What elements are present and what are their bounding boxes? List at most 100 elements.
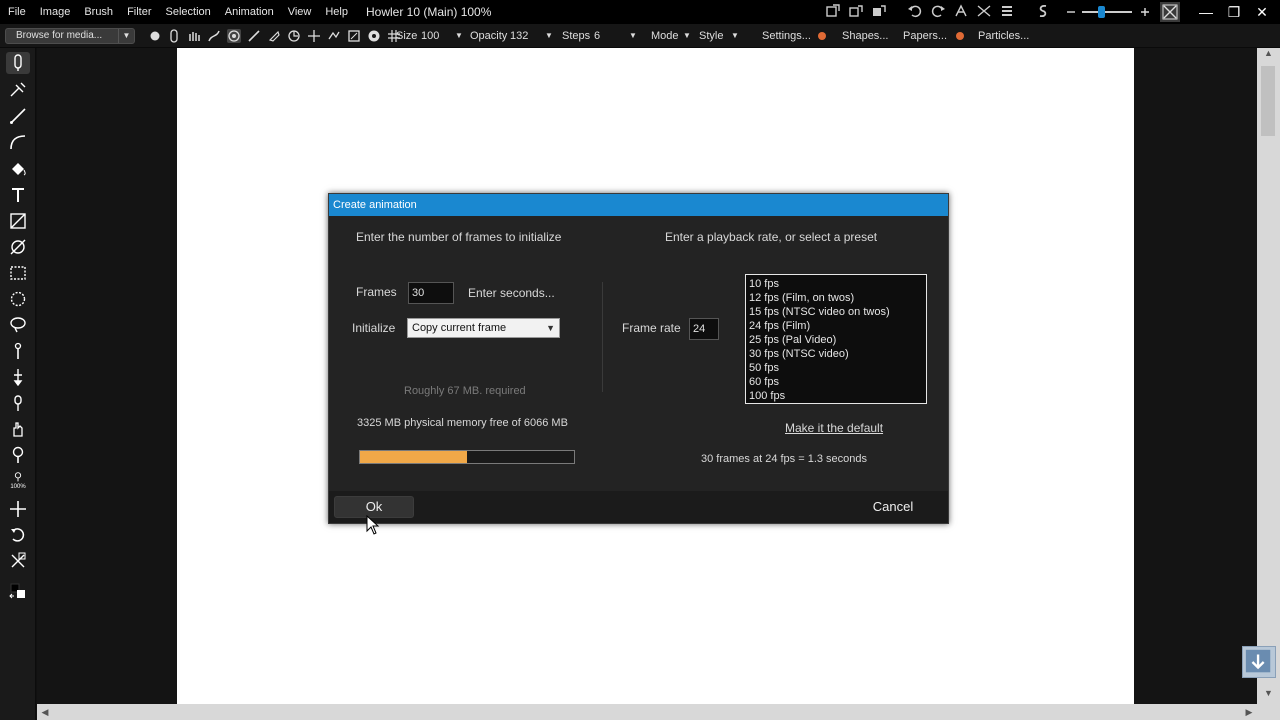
rect-select-icon[interactable]: [6, 262, 30, 284]
fps-option[interactable]: 15 fps (NTSC video on twos): [749, 305, 890, 319]
rotate-brush-icon[interactable]: [287, 29, 301, 43]
color-swatches-icon[interactable]: [6, 580, 30, 602]
enter-seconds-button[interactable]: Enter seconds...: [468, 286, 555, 300]
brush-paste-icon[interactable]: [870, 2, 888, 20]
style-dropdown[interactable]: Style: [699, 24, 723, 48]
main-menu: File Image Brush Filter Selection Animat…: [1, 0, 355, 24]
menu-help[interactable]: Help: [318, 0, 355, 24]
script-icon[interactable]: [1034, 2, 1052, 20]
transform-icon[interactable]: [975, 2, 993, 20]
gradient-brush-icon[interactable]: [6, 79, 30, 101]
fill-tool-icon[interactable]: [6, 158, 30, 180]
fps-option[interactable]: 100 fps: [749, 389, 785, 403]
text-tool-icon[interactable]: [952, 2, 970, 20]
vertical-scroll-thumb[interactable]: [1261, 66, 1275, 136]
vertical-scrollbar[interactable]: ▲ ▼: [1257, 48, 1280, 704]
menu-brush[interactable]: Brush: [77, 0, 120, 24]
brush-copy-icon[interactable]: [847, 2, 865, 20]
scroll-right-icon[interactable]: ▶: [1241, 704, 1257, 720]
fps-option[interactable]: 24 fps (Film): [749, 319, 810, 333]
cancel-button[interactable]: Cancel: [858, 496, 928, 518]
hand-tool-icon[interactable]: [6, 418, 30, 440]
steps-dropdown-icon[interactable]: ▼: [629, 24, 637, 48]
menu-image[interactable]: Image: [33, 0, 78, 24]
texture-brush-icon[interactable]: [327, 29, 341, 43]
restore-button[interactable]: ❐: [1220, 0, 1248, 24]
lasso-pen-icon[interactable]: [6, 236, 30, 258]
zoom-slider-track[interactable]: [1082, 11, 1132, 13]
mode-dropdown[interactable]: Mode: [651, 24, 679, 48]
pencil-brush-icon[interactable]: [247, 29, 261, 43]
lasso-select-icon[interactable]: [6, 314, 30, 336]
tool-options-icon[interactable]: [6, 550, 30, 572]
mask-brush-icon[interactable]: [347, 29, 361, 43]
layers-icon[interactable]: [998, 2, 1016, 20]
opacity-value[interactable]: 132: [510, 24, 528, 48]
top-tool-icons: [824, 2, 1052, 20]
menu-file[interactable]: File: [1, 0, 33, 24]
size-dropdown-icon[interactable]: ▼: [455, 24, 463, 48]
scroll-left-icon[interactable]: ◀: [37, 704, 53, 720]
frames-input[interactable]: 30: [408, 282, 454, 304]
shapes-button[interactable]: Shapes...: [842, 24, 888, 48]
fps-option[interactable]: 10 fps: [749, 277, 779, 291]
zoom-tool-icon[interactable]: [6, 444, 30, 466]
fps-option[interactable]: 60 fps: [749, 375, 779, 389]
line-tool-icon[interactable]: [6, 105, 30, 127]
menu-selection[interactable]: Selection: [159, 0, 218, 24]
zoom-out-icon[interactable]: [1062, 3, 1080, 21]
navigator-icon[interactable]: [1242, 646, 1276, 678]
minimize-button[interactable]: —: [1192, 0, 1220, 24]
curve-tool-icon[interactable]: [6, 131, 30, 153]
browse-media-dropdown[interactable]: Browse for media... ▼: [5, 28, 135, 44]
zoom-slider-thumb[interactable]: [1098, 6, 1105, 18]
fps-option[interactable]: 25 fps (Pal Video): [749, 333, 836, 347]
move-brush-icon[interactable]: [307, 29, 321, 43]
ellipse-select-icon[interactable]: [6, 288, 30, 310]
menu-filter[interactable]: Filter: [120, 0, 158, 24]
pan-cross-icon[interactable]: [6, 498, 30, 520]
fullscreen-icon[interactable]: [1160, 2, 1180, 22]
scroll-down-icon[interactable]: ▼: [1257, 688, 1280, 704]
magic-wand-icon[interactable]: [6, 340, 30, 362]
round-brush-icon[interactable]: [148, 29, 162, 43]
menu-bar: File Image Brush Filter Selection Animat…: [0, 0, 1280, 24]
size-value[interactable]: 100: [421, 24, 439, 48]
fps-option[interactable]: 50 fps: [749, 361, 779, 375]
make-default-link[interactable]: Make it the default: [785, 421, 883, 435]
frame-rate-input[interactable]: 24: [689, 318, 719, 340]
dialog-title[interactable]: Create animation: [329, 194, 948, 216]
scroll-up-icon[interactable]: ▲: [1257, 48, 1280, 64]
smudge-brush-icon[interactable]: [207, 29, 221, 43]
airbrush-icon[interactable]: [167, 29, 181, 43]
brush-stack-icon[interactable]: [824, 2, 842, 20]
fps-option[interactable]: 30 fps (NTSC video): [749, 347, 849, 361]
menu-view[interactable]: View: [281, 0, 319, 24]
initialize-select[interactable]: Copy current frame ▼: [407, 318, 560, 338]
rotate-canvas-icon[interactable]: [6, 524, 30, 546]
dropper-tool-icon[interactable]: [6, 392, 30, 414]
crop-tool-icon[interactable]: [6, 210, 30, 232]
swirl-brush-icon[interactable]: [227, 29, 241, 43]
menu-animation[interactable]: Animation: [218, 0, 281, 24]
zoom-100-icon[interactable]: 100%: [6, 470, 30, 492]
settings-button[interactable]: Settings...: [762, 24, 811, 48]
opacity-dropdown-icon[interactable]: ▼: [545, 24, 553, 48]
zoom-in-icon[interactable]: [1136, 3, 1154, 21]
fps-preset-list[interactable]: 10 fps 12 fps (Film, on twos) 15 fps (NT…: [745, 274, 927, 404]
undo-icon[interactable]: [906, 2, 924, 20]
close-button[interactable]: ✕: [1248, 0, 1276, 24]
fill-brush-icon[interactable]: [367, 29, 381, 43]
pen-brush-icon[interactable]: [267, 29, 281, 43]
text-tool-icon[interactable]: [6, 184, 30, 206]
particles-button[interactable]: Particles...: [978, 24, 1029, 48]
redo-icon[interactable]: [929, 2, 947, 20]
fps-option[interactable]: 12 fps (Film, on twos): [749, 291, 854, 305]
papers-button[interactable]: Papers...: [903, 24, 947, 48]
brush-tool-icon[interactable]: [6, 52, 30, 74]
dialog-footer: Ok Cancel: [329, 491, 948, 523]
hand-brush-icon[interactable]: [187, 29, 201, 43]
move-tool-icon[interactable]: [6, 366, 30, 388]
steps-value[interactable]: 6: [594, 24, 600, 48]
horizontal-scrollbar[interactable]: ◀ ▶: [37, 704, 1257, 720]
